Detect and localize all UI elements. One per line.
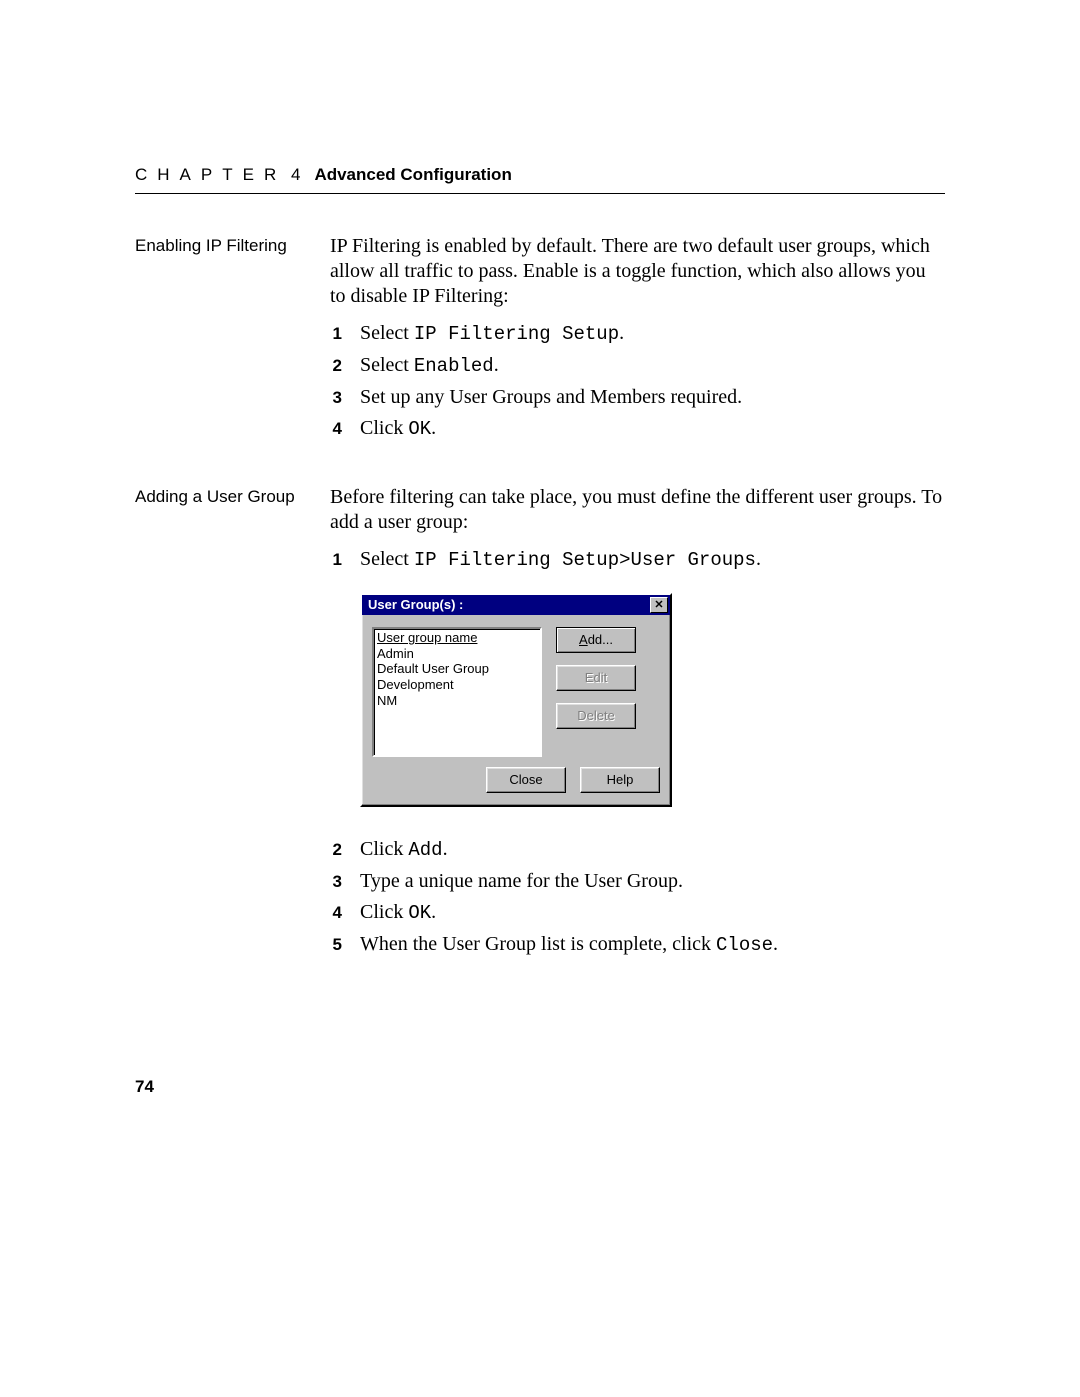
- list-item[interactable]: Default User Group: [377, 661, 537, 677]
- steps-list-2b: 2 Click Add. 3 Type a unique name for th…: [330, 837, 945, 957]
- step-number: 5: [330, 934, 342, 955]
- close-icon[interactable]: ✕: [650, 597, 668, 613]
- edit-button: Edit: [556, 665, 636, 691]
- dialog-figure: User Group(s) : ✕ User group name Admin …: [360, 593, 945, 807]
- step-number: 1: [330, 549, 342, 570]
- step-item: 3 Set up any User Groups and Members req…: [330, 385, 945, 410]
- list-item[interactable]: NM: [377, 693, 537, 709]
- side-heading-adding: Adding a User Group: [135, 485, 310, 507]
- user-group-listbox[interactable]: User group name Admin Default User Group…: [372, 627, 542, 757]
- list-item[interactable]: Admin: [377, 646, 537, 662]
- steps-list-2a: 1 Select IP Filtering Setup>User Groups.: [330, 547, 945, 573]
- delete-button: Delete: [556, 703, 636, 729]
- step-text: Click OK.: [360, 900, 945, 926]
- chapter-title: Advanced Configuration: [314, 165, 511, 185]
- step-text: Set up any User Groups and Members requi…: [360, 385, 945, 410]
- step-number: 1: [330, 323, 342, 344]
- dialog-footer: Close Help: [362, 767, 670, 805]
- body-col-1: IP Filtering is enabled by default. Ther…: [330, 234, 945, 459]
- close-button[interactable]: Close: [486, 767, 566, 793]
- chapter-label: CHAPTER 4: [135, 165, 300, 185]
- section-adding-user-group: Adding a User Group Before filtering can…: [135, 485, 945, 975]
- chapter-number: 4: [291, 165, 300, 184]
- dialog-titlebar: User Group(s) : ✕: [362, 595, 670, 615]
- intro-para-2: Before filtering can take place, you mus…: [330, 485, 945, 535]
- step-number: 4: [330, 418, 342, 439]
- side-heading-enabling: Enabling IP Filtering: [135, 234, 310, 256]
- step-number: 3: [330, 387, 342, 408]
- chapter-word: CHAPTER: [135, 165, 286, 184]
- step-text: Select IP Filtering Setup>User Groups.: [360, 547, 945, 573]
- step-item: 5 When the User Group list is complete, …: [330, 932, 945, 958]
- step-text: When the User Group list is complete, cl…: [360, 932, 945, 958]
- dialog-button-column: Add... Edit Delete: [556, 627, 636, 757]
- running-header: CHAPTER 4 Advanced Configuration: [135, 165, 945, 185]
- step-number: 3: [330, 871, 342, 892]
- step-item: 1 Select IP Filtering Setup>User Groups.: [330, 547, 945, 573]
- step-item: 4 Click OK.: [330, 900, 945, 926]
- step-number: 2: [330, 839, 342, 860]
- body-col-2: Before filtering can take place, you mus…: [330, 485, 945, 975]
- user-groups-dialog: User Group(s) : ✕ User group name Admin …: [360, 593, 672, 807]
- step-item: 4 Click OK.: [330, 416, 945, 442]
- dialog-body: User group name Admin Default User Group…: [362, 615, 670, 767]
- step-item: 1 Select IP Filtering Setup.: [330, 321, 945, 347]
- step-text: Click OK.: [360, 416, 945, 442]
- page: CHAPTER 4 Advanced Configuration Enablin…: [0, 0, 1080, 1397]
- step-text: Select IP Filtering Setup.: [360, 321, 945, 347]
- dialog-title: User Group(s) :: [368, 597, 463, 613]
- help-button[interactable]: Help: [580, 767, 660, 793]
- step-number: 4: [330, 902, 342, 923]
- add-button[interactable]: Add...: [556, 627, 636, 653]
- step-number: 2: [330, 355, 342, 376]
- listbox-header: User group name: [377, 630, 537, 646]
- section-enabling-ip-filtering: Enabling IP Filtering IP Filtering is en…: [135, 234, 945, 459]
- list-item[interactable]: Development: [377, 677, 537, 693]
- page-number: 74: [135, 1077, 154, 1097]
- step-item: 3 Type a unique name for the User Group.: [330, 869, 945, 894]
- header-rule: [135, 193, 945, 194]
- step-item: 2 Select Enabled.: [330, 353, 945, 379]
- intro-para-1: IP Filtering is enabled by default. Ther…: [330, 234, 945, 309]
- step-item: 2 Click Add.: [330, 837, 945, 863]
- step-text: Select Enabled.: [360, 353, 945, 379]
- step-text: Click Add.: [360, 837, 945, 863]
- step-text: Type a unique name for the User Group.: [360, 869, 945, 894]
- steps-list-1: 1 Select IP Filtering Setup. 2 Select En…: [330, 321, 945, 441]
